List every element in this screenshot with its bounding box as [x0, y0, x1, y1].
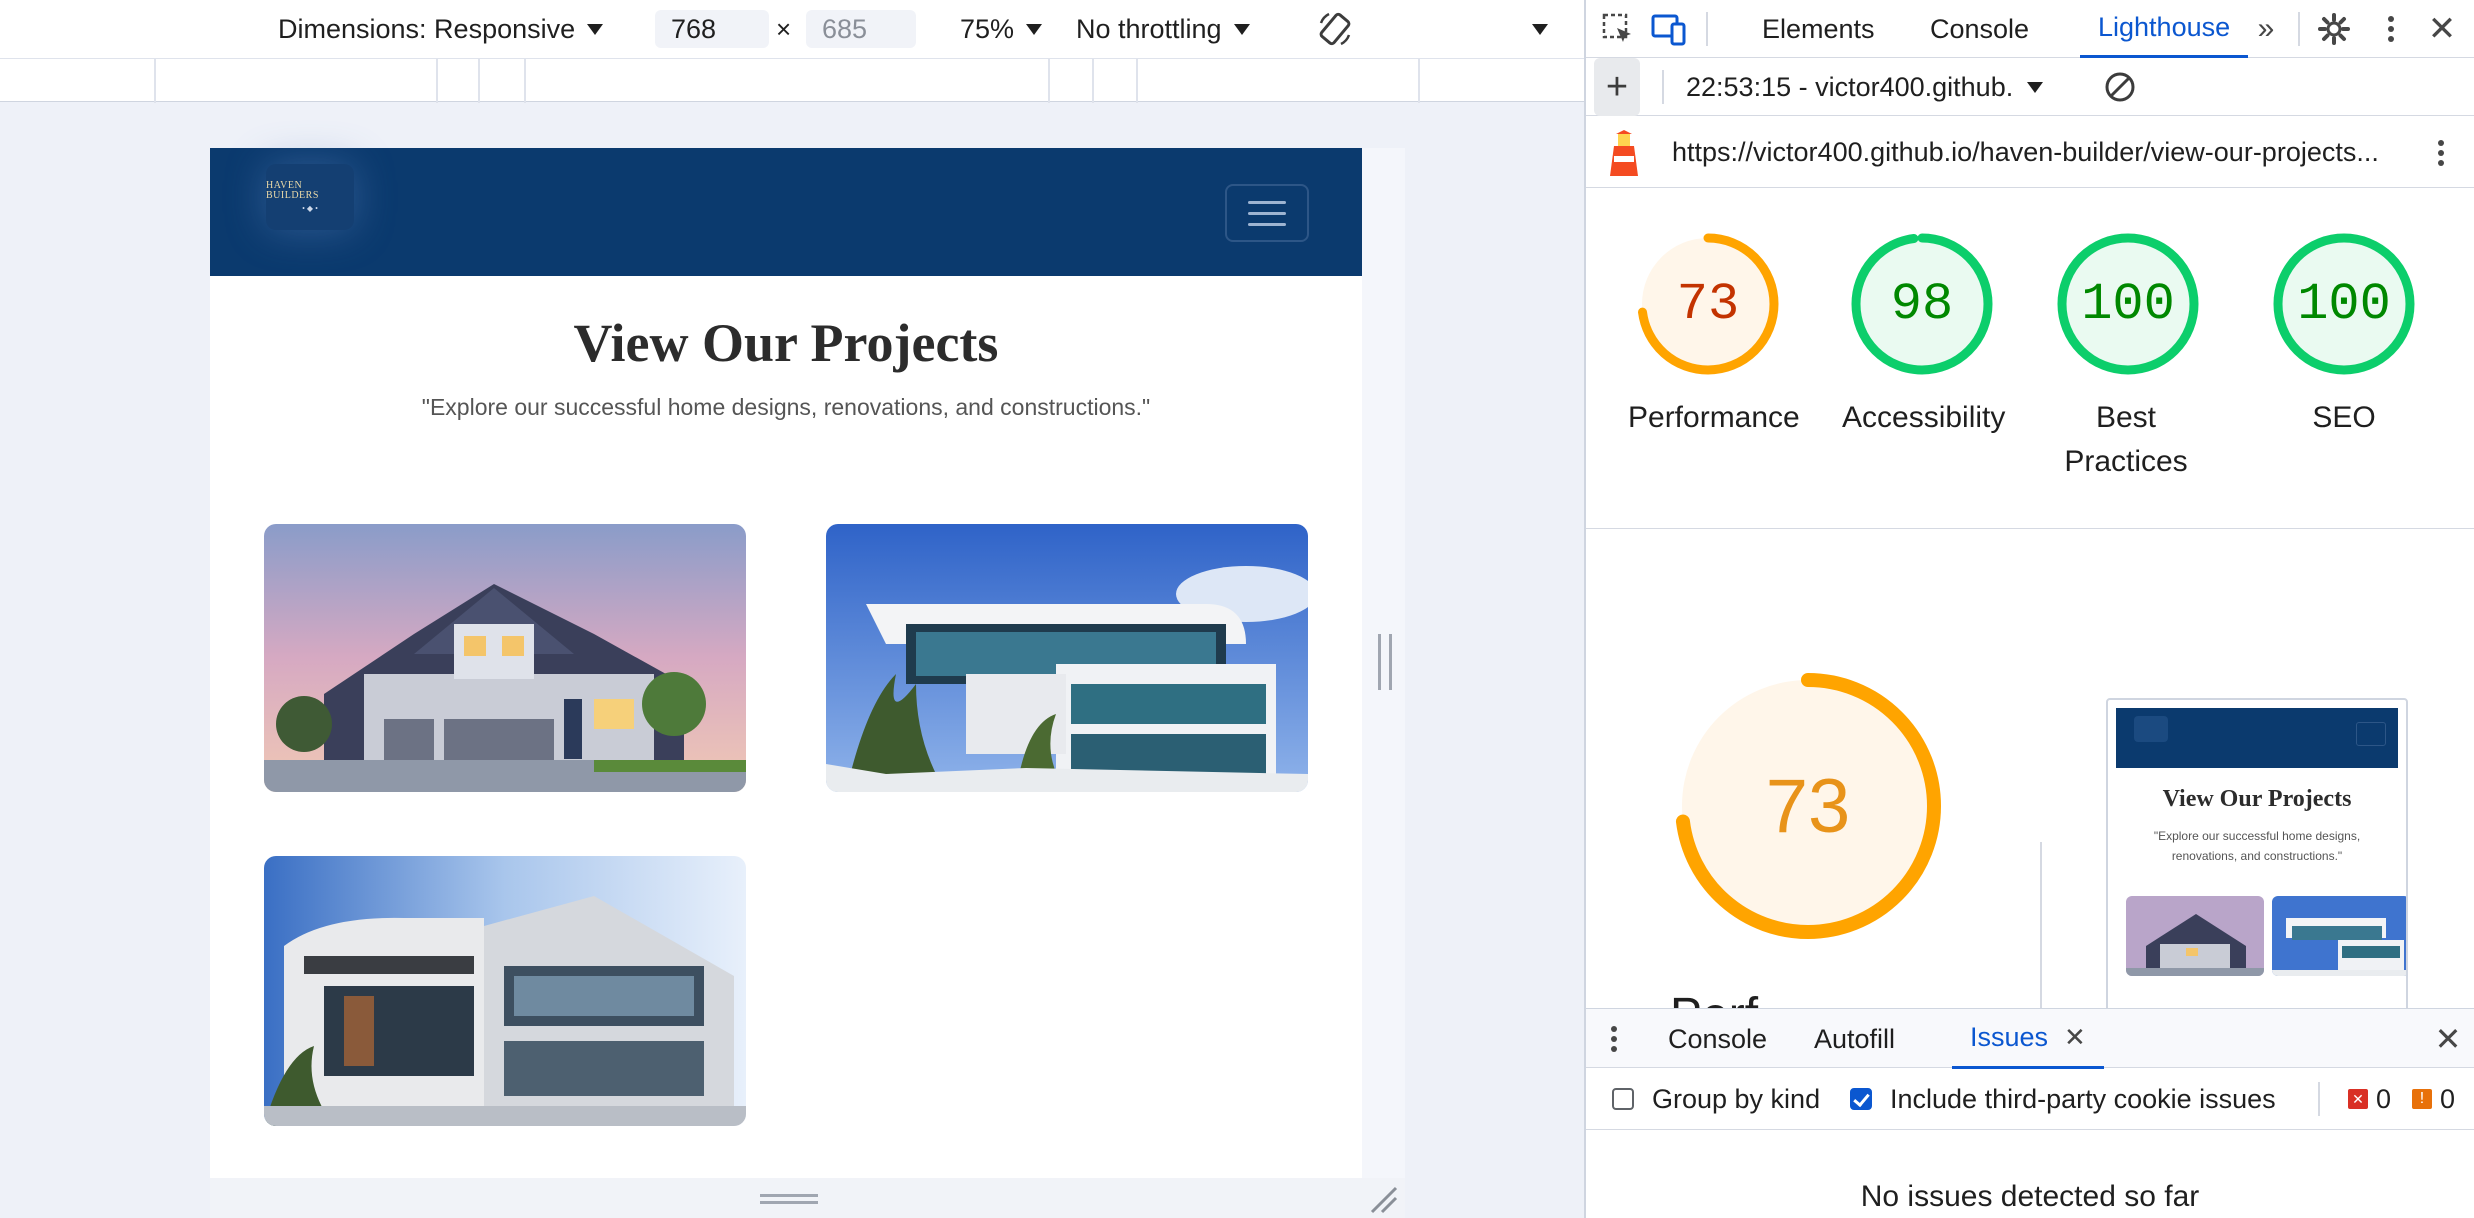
- device-toolbar-icon[interactable]: [1648, 0, 1690, 58]
- height-input[interactable]: 685: [806, 10, 916, 48]
- score-gauge-best-practices[interactable]: 100 Best Practices: [2056, 232, 2199, 484]
- warning-icon: !: [2412, 1089, 2432, 1109]
- kebab-menu-icon[interactable]: [2376, 0, 2406, 58]
- close-tab-icon[interactable]: ✕: [2064, 1022, 2086, 1053]
- lighthouse-logo-icon: [1606, 130, 1642, 176]
- divider: [1586, 528, 2474, 529]
- throttling-dropdown[interactable]: No throttling: [1076, 0, 1250, 58]
- audited-url[interactable]: https://victor400.github.io/haven-builde…: [1672, 116, 2412, 188]
- error-count-value: 0: [2376, 1083, 2392, 1114]
- more-options-icon[interactable]: [1532, 0, 1548, 58]
- drawer-tab-bar: Console Autofill Issues ✕ ✕: [1586, 1008, 2474, 1069]
- page-subtitle: "Explore our successful home designs, re…: [421, 394, 1151, 420]
- drawer-menu-icon[interactable]: [1602, 1009, 1626, 1069]
- device-emulation-area: Dimensions: Responsive 768 × 685 75% No …: [0, 0, 1584, 1218]
- drawer-tab-console[interactable]: Console: [1668, 1009, 1767, 1069]
- project-image-contemporary-house[interactable]: [264, 856, 746, 1126]
- error-icon: ✕: [2348, 1089, 2368, 1109]
- page-title: View Our Projects: [573, 313, 999, 373]
- lighthouse-url-bar: https://victor400.github.io/haven-builde…: [1586, 116, 2474, 188]
- lighthouse-report: 73 Performance 98 Accessibility 100 Best…: [1586, 188, 2474, 1042]
- zoom-dropdown[interactable]: 75%: [960, 0, 1043, 58]
- score-label: Performance: [1628, 401, 1800, 434]
- thumbnail-image-2: [2272, 896, 2406, 976]
- side-resize-handle[interactable]: [1378, 634, 1392, 690]
- chevron-down-icon: [1233, 23, 1250, 35]
- score-label: SEO: [2312, 401, 2376, 434]
- width-input[interactable]: 768: [655, 10, 769, 48]
- devtools-tab-bar: Elements Console Lighthouse » ✕: [1586, 0, 2474, 58]
- bottom-resize-handle[interactable]: [210, 1178, 1405, 1218]
- report-selector-dropdown[interactable]: 22:53:15 - victor400.github.: [1686, 58, 2044, 116]
- divider: [2040, 842, 2042, 1012]
- score-label: Accessibility: [1842, 401, 2006, 434]
- inspect-element-icon[interactable]: [1598, 0, 1638, 58]
- thumbnail-header: [2116, 708, 2398, 768]
- score-gauge-accessibility[interactable]: 98 Accessibility: [1842, 232, 2006, 440]
- logo-text: HAVEN BUILDERS: [266, 180, 319, 201]
- bottom-drawer: Console Autofill Issues ✕ ✕ Group by kin…: [1586, 1008, 2474, 1218]
- chevron-down-icon: [1026, 23, 1043, 35]
- tab-lighthouse[interactable]: Lighthouse: [2080, 0, 2249, 58]
- menu-toggle-button[interactable]: [1225, 184, 1309, 242]
- warning-count-value: 0: [2440, 1083, 2456, 1114]
- device-toolbar: Dimensions: Responsive 768 × 685 75% No …: [0, 0, 1584, 58]
- close-drawer-icon[interactable]: ✕: [2428, 1009, 2468, 1069]
- chevron-down-icon: [2027, 81, 2044, 93]
- drawer-tab-issues-label: Issues: [1970, 1022, 2049, 1052]
- score-value: 100: [2081, 274, 2175, 334]
- new-report-plus-icon[interactable]: +: [1594, 58, 1640, 116]
- times-sign: ×: [776, 13, 792, 44]
- throttling-value: No throttling: [1076, 13, 1222, 44]
- media-query-ruler[interactable]: [0, 58, 1584, 103]
- rotate-icon[interactable]: [1310, 0, 1360, 58]
- group-by-kind-checkbox[interactable]: [1612, 1088, 1634, 1110]
- page-screenshot-thumbnail[interactable]: View Our Projects "Explore our successfu…: [2106, 698, 2408, 1028]
- clear-reports-icon[interactable]: [2100, 58, 2140, 116]
- project-image-suburban-house[interactable]: [264, 524, 746, 792]
- lighthouse-toolbar: + 22:53:15 - victor400.github.: [1586, 58, 2474, 116]
- score-value: 98: [1890, 274, 1954, 334]
- tab-console[interactable]: Console: [1930, 0, 2029, 58]
- warning-count[interactable]: ! 0: [2412, 1068, 2455, 1130]
- thumbnail-image-1: [2126, 896, 2264, 976]
- chevron-down-icon: [587, 23, 604, 35]
- close-icon[interactable]: ✕: [2422, 0, 2462, 58]
- thumbnail-subtitle: "Explore our successful home designs, re…: [2153, 829, 2361, 863]
- dimensions-label: Dimensions: Responsive: [278, 13, 576, 44]
- score-label: Best Practices: [2064, 401, 2188, 478]
- more-tabs-icon[interactable]: »: [2248, 0, 2284, 58]
- issues-toolbar: Group by kind Include third-party cookie…: [1586, 1068, 2474, 1130]
- include-third-party-checkbox[interactable]: [1850, 1088, 1872, 1110]
- project-image-modern-villa[interactable]: [826, 524, 1308, 792]
- kebab-menu-icon[interactable]: [2426, 124, 2456, 182]
- no-issues-message: No issues detected so far: [1860, 1180, 2200, 1213]
- group-by-kind-label: Group by kind: [1652, 1083, 1821, 1114]
- report-selector-label: 22:53:15 - victor400.github.: [1686, 71, 2014, 102]
- settings-gear-icon[interactable]: [2312, 0, 2356, 58]
- site-logo[interactable]: HAVEN BUILDERS • ◆ •: [266, 164, 354, 230]
- site-header: HAVEN BUILDERS • ◆ •: [210, 148, 1362, 276]
- emulated-page: HAVEN BUILDERS • ◆ • View Our Projects "…: [210, 148, 1405, 1218]
- drawer-tab-issues[interactable]: Issues ✕: [1952, 1009, 2104, 1069]
- page-viewport: HAVEN BUILDERS • ◆ • View Our Projects "…: [210, 148, 1362, 1218]
- drawer-tab-autofill[interactable]: Autofill: [1814, 1009, 1895, 1069]
- score-gauge-performance[interactable]: 73 Performance: [1628, 232, 1800, 440]
- include-third-party-label: Include third-party cookie issues: [1890, 1083, 2276, 1114]
- performance-big-score: 73: [1765, 763, 1851, 849]
- corner-resize-icon[interactable]: [1368, 1184, 1398, 1214]
- score-value: 100: [2297, 274, 2391, 334]
- devtools-panel: Elements Console Lighthouse » ✕ + 22:53:…: [1584, 0, 2474, 1218]
- error-count[interactable]: ✕ 0: [2348, 1068, 2391, 1130]
- tab-elements[interactable]: Elements: [1762, 0, 1875, 58]
- score-gauge-seo[interactable]: 100 SEO: [2270, 232, 2418, 440]
- score-value: 73: [1676, 274, 1740, 334]
- thumbnail-title: View Our Projects: [2162, 786, 2352, 812]
- zoom-value: 75%: [960, 13, 1015, 44]
- dimensions-dropdown[interactable]: Dimensions: Responsive: [278, 0, 604, 58]
